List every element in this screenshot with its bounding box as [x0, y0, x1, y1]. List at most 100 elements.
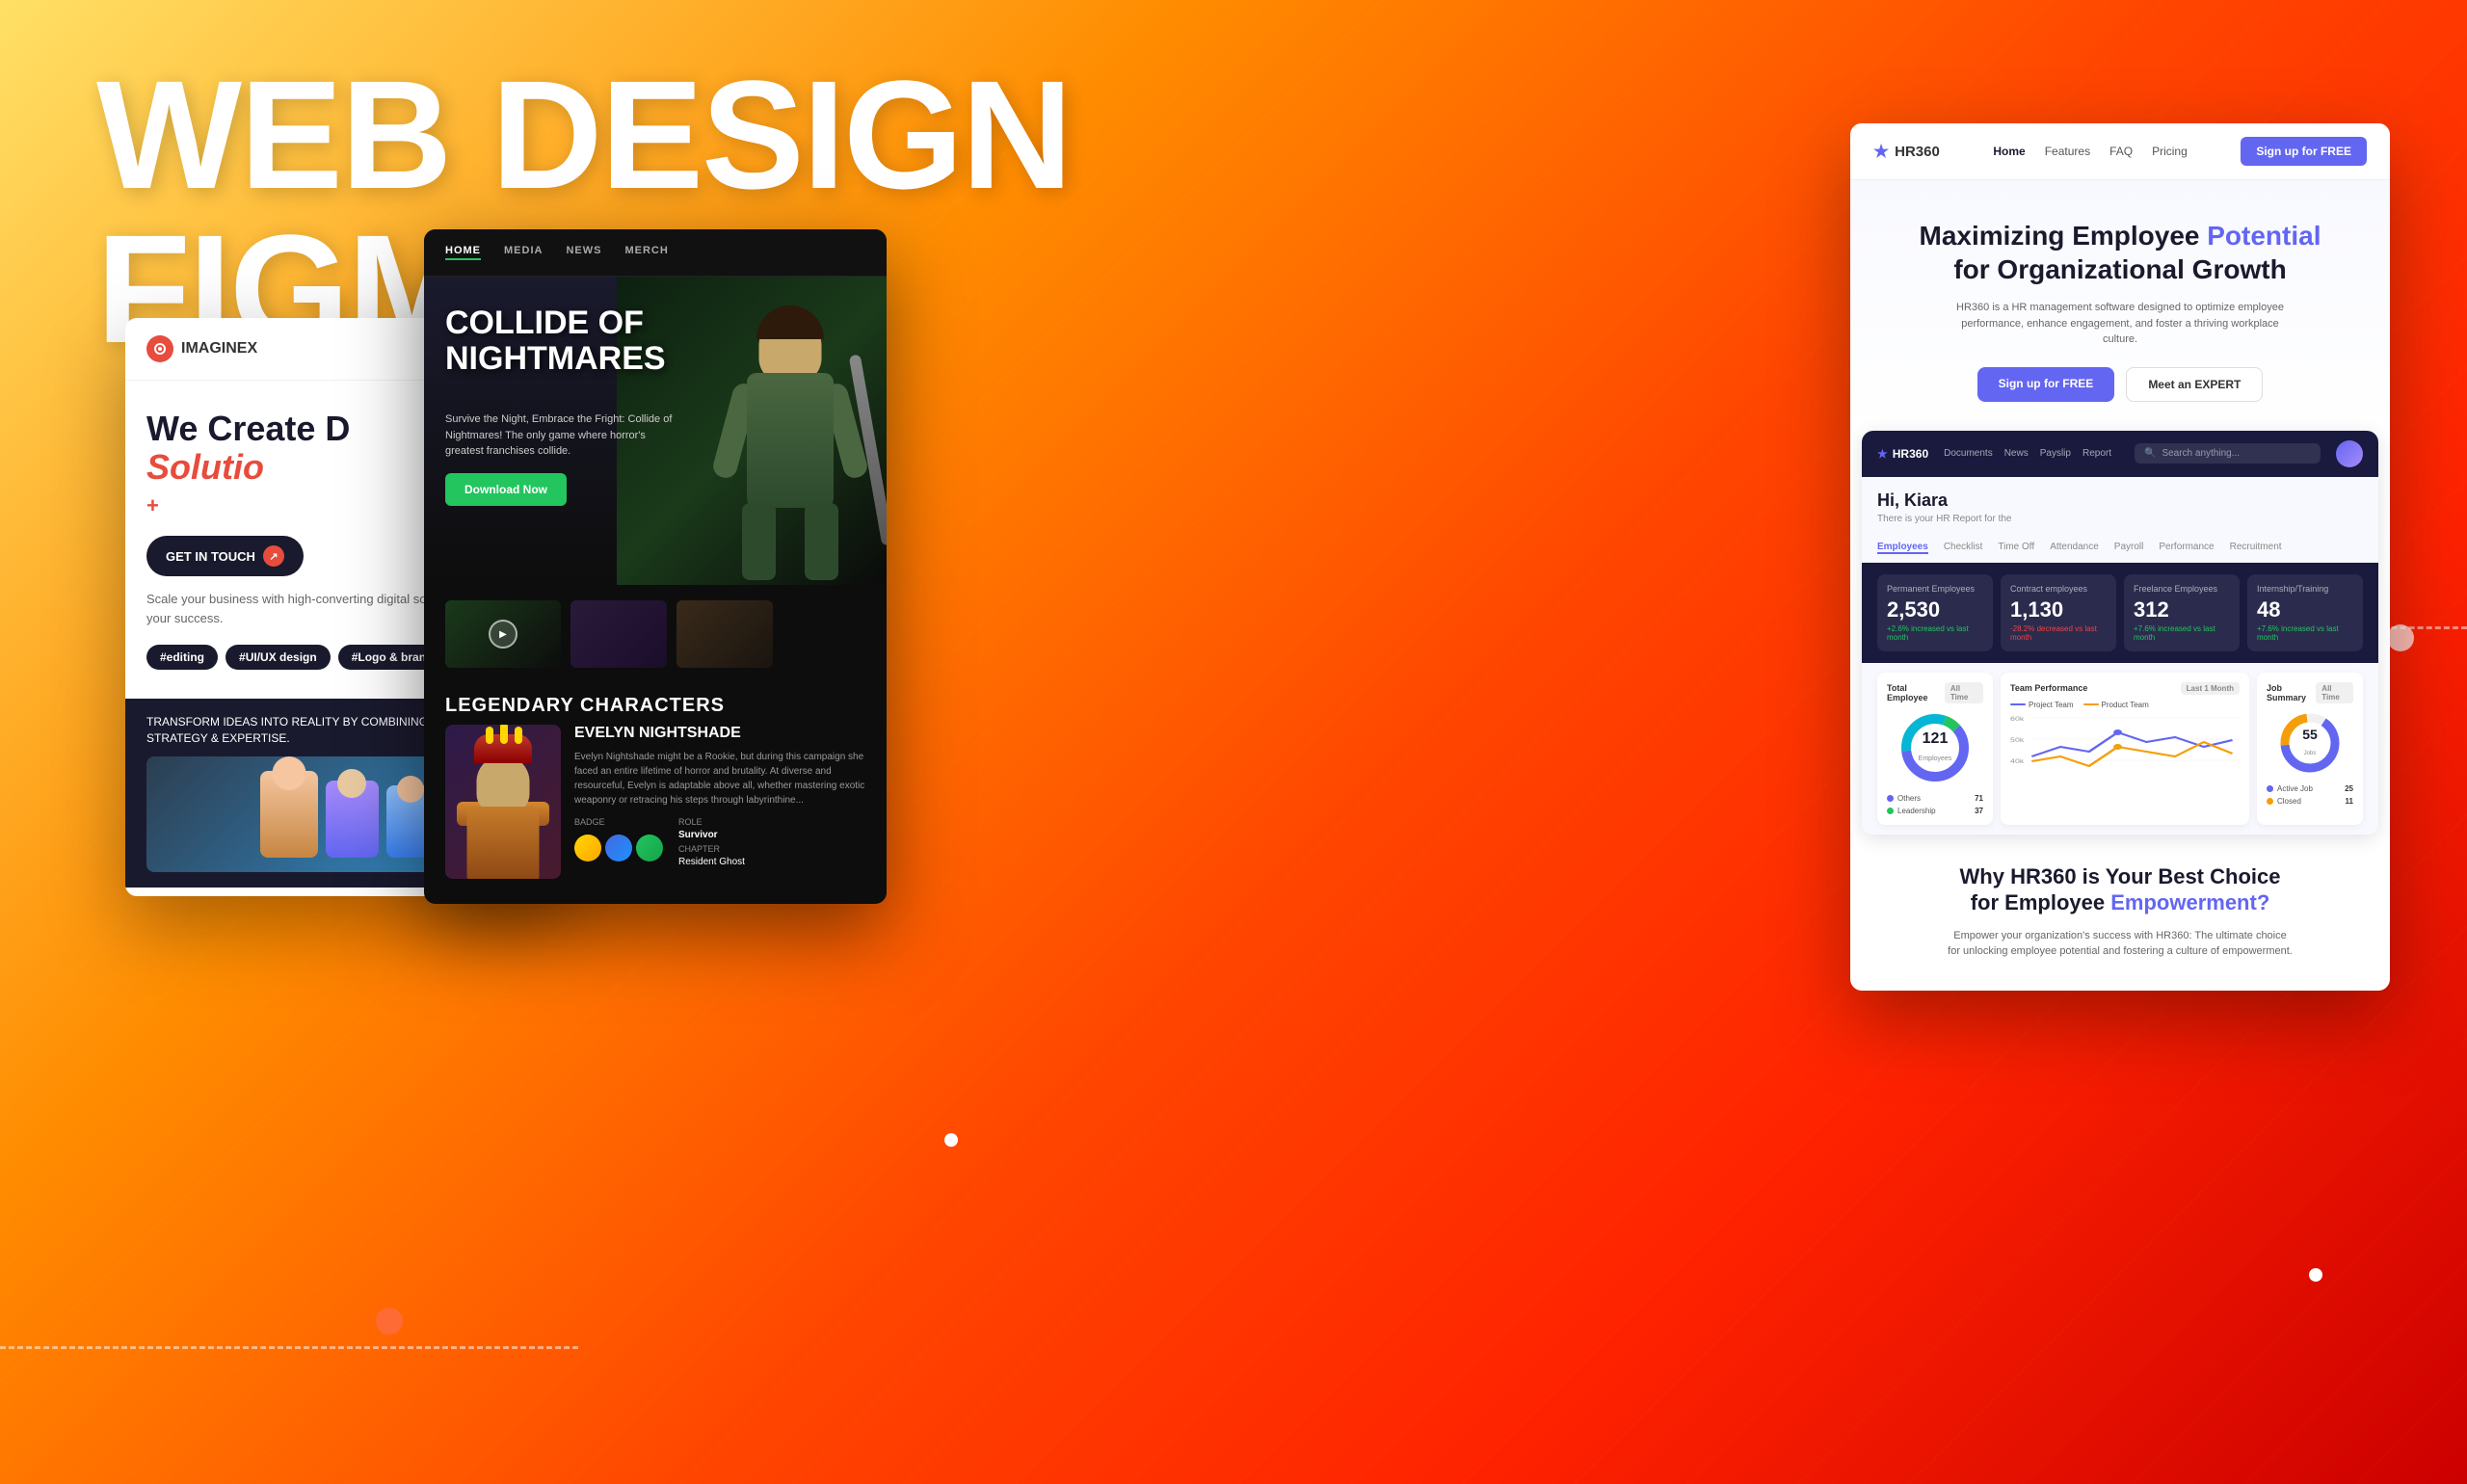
hr-signup-cta[interactable]: Sign up for FREE: [1977, 367, 2115, 402]
gaming-hero: COLLIDE OF NIGHTMARES Survive the Night,…: [424, 277, 887, 585]
legend-leadership-dot: [1887, 808, 1894, 814]
gaming-subtitle-section: Survive the Night, Embrace the Fright: C…: [445, 411, 684, 506]
legend-leadership: Leadership 37: [1887, 807, 1983, 815]
gaming-char-description: Evelyn Nightshade might be a Rookie, but…: [574, 750, 865, 808]
stat-permanent-change: +2.6% increased vs last month: [1887, 624, 1983, 642]
hr-hero-section: Maximizing Employee Potential for Organi…: [1850, 180, 2390, 431]
dash-nav-docs[interactable]: Documents: [1944, 448, 1993, 459]
gaming-character-image: [445, 725, 561, 879]
hr-why-section: Why HR360 is Your Best Choice for Employ…: [1850, 835, 2390, 979]
tab-attendance[interactable]: Attendance: [2050, 542, 2099, 554]
stat-internship: Internship/Training 48 +7.6% increased v…: [2247, 574, 2363, 651]
job-summary-legend: Active Job 25 Closed 11: [2267, 784, 2353, 806]
badge-blue: [605, 835, 632, 861]
chart-total-filter[interactable]: All Time: [1945, 682, 1983, 703]
stat-contract-value: 1,130: [2010, 597, 2107, 623]
team-performance-chart-area: 60k 50k 40k: [2010, 713, 2240, 781]
hr-greeting-name: Hi, Kiara: [1877, 490, 2363, 511]
hr-hero-buttons: Sign up for FREE Meet an EXPERT: [1879, 367, 2361, 402]
tab-performance[interactable]: Performance: [2159, 542, 2214, 554]
dot-decoration-2: [944, 1133, 958, 1147]
hr-search-text: Search anything...: [2162, 448, 2240, 459]
dash-nav-payslip[interactable]: Payslip: [2040, 448, 2071, 459]
stat-internship-value: 48: [2257, 597, 2353, 623]
imaginex-cta-button[interactable]: GET IN TOUCH ↗: [146, 536, 304, 576]
gaming-nav-merch[interactable]: MERCH: [624, 245, 668, 260]
gaming-nav-media[interactable]: MEDIA: [504, 245, 543, 260]
donut-center: 121 Employees: [1919, 730, 1952, 765]
hr-dash-tabs: Employees Checklist Time Off Attendance …: [1862, 534, 2378, 563]
gaming-pagination-dots: [424, 894, 887, 904]
dot-decoration-3: [2387, 624, 2414, 651]
total-employee-donut: 121 Employees: [1897, 709, 1974, 786]
imaginex-logo: IMAGINEX: [146, 335, 257, 362]
legend-closed-dot: [2267, 798, 2273, 805]
hr-search-bar[interactable]: 🔍 Search anything...: [2135, 443, 2321, 464]
gaming-thumb-1[interactable]: ▶: [445, 600, 561, 668]
tab-employees[interactable]: Employees: [1877, 542, 1928, 554]
badge-green: [636, 835, 663, 861]
tag-editing: #editing: [146, 645, 218, 670]
hr-nav: ★ HR360 Home Features FAQ Pricing Sign u…: [1850, 123, 2390, 180]
gaming-char-name: EVELYN NIGHTSHADE: [574, 725, 865, 742]
nav-faq[interactable]: FAQ: [2109, 145, 2133, 158]
gaming-nav-news[interactable]: NEWS: [566, 245, 601, 260]
svg-text:40k: 40k: [2010, 757, 2025, 764]
nav-home[interactable]: Home: [1993, 145, 2025, 158]
stat-internship-label: Internship/Training: [2257, 584, 2353, 594]
hr-logo-star-icon: ★: [1873, 142, 1889, 162]
chart-job-summary: Job Summary All Time 55 Jobs: [2257, 673, 2363, 825]
hr-hero-description: HR360 is a HR management software design…: [1956, 300, 2284, 348]
hr-stat-cards: Permanent Employees 2,530 +2.6% increase…: [1862, 563, 2378, 663]
gaming-download-btn[interactable]: Download Now: [445, 473, 567, 506]
dash-nav-report[interactable]: Report: [2082, 448, 2111, 459]
dashed-line-left: [0, 1346, 578, 1349]
badge-gold: [574, 835, 601, 861]
chart-team-performance: Team Performance Last 1 Month Project Te…: [2001, 673, 2249, 825]
legend-active-dot: [2267, 785, 2273, 792]
stat-permanent: Permanent Employees 2,530 +2.6% increase…: [1877, 574, 1993, 651]
gaming-thumb-2[interactable]: [570, 600, 667, 668]
legend-others-dot: [1887, 795, 1894, 802]
hr-user-avatar[interactable]: [2336, 440, 2363, 467]
gaming-thumbnails: ▶: [424, 585, 887, 683]
dash-nav-news[interactable]: News: [2004, 448, 2029, 459]
tab-payroll[interactable]: Payroll: [2114, 542, 2144, 554]
stat-freelance-value: 312: [2134, 597, 2230, 623]
hr-dashboard: ★ HR360 Documents News Payslip Report 🔍 …: [1862, 431, 2378, 835]
legend-closed-job: Closed 11: [2267, 797, 2353, 806]
stat-freelance-change: +7.6% increased vs last month: [2134, 624, 2230, 642]
hr-avatar-area: [2336, 440, 2363, 467]
hr-signup-btn[interactable]: Sign up for FREE: [2241, 137, 2367, 166]
play-icon[interactable]: ▶: [489, 620, 517, 649]
hr-hero-title: Maximizing Employee Potential for Organi…: [1879, 219, 2361, 286]
chart-performance-filter[interactable]: Last 1 Month: [2181, 682, 2240, 695]
legend-active-job: Active Job 25: [2267, 784, 2353, 793]
legend-others: Others 71: [1887, 794, 1983, 803]
hr-charts-row: Total Employee All Time: [1862, 663, 2378, 835]
tab-checklist[interactable]: Checklist: [1944, 542, 1983, 554]
gaming-character-info: EVELYN NIGHTSHADE Evelyn Nightshade migh…: [574, 725, 865, 879]
hr-greeting-sub: There is your HR Report for the: [1877, 514, 2363, 524]
gaming-section-title: LEGENDARY CHARACTERS: [424, 683, 887, 725]
card-gaming: HOME MEDIA NEWS MERCH: [424, 229, 887, 904]
svg-text:50k: 50k: [2010, 736, 2025, 743]
nav-features[interactable]: Features: [2045, 145, 2090, 158]
tab-timeoff[interactable]: Time Off: [1998, 542, 2034, 554]
tab-recruitment[interactable]: Recruitment: [2230, 542, 2282, 554]
hr-features-grid: 🔄 Traditional HR Software is Outdated! L…: [1850, 979, 2390, 992]
chart-job-filter[interactable]: All Time: [2316, 682, 2353, 703]
nav-pricing[interactable]: Pricing: [2152, 145, 2188, 158]
stat-contract-change: -28.2% decreased vs last month: [2010, 624, 2107, 642]
hr-dash-nav: ★ HR360 Documents News Payslip Report 🔍 …: [1862, 431, 2378, 477]
hr-why-title: Why HR360 is Your Best Choice for Employ…: [1873, 863, 2367, 916]
stat-freelance: Freelance Employees 312 +7.6% increased …: [2124, 574, 2240, 651]
stat-freelance-label: Freelance Employees: [2134, 584, 2230, 594]
chart-job-title: Job Summary All Time: [2267, 682, 2353, 703]
gaming-character-section: EVELYN NIGHTSHADE Evelyn Nightshade migh…: [424, 725, 887, 894]
gaming-hero-title: COLLIDE OF NIGHTMARES: [445, 305, 666, 378]
gaming-thumb-3[interactable]: [676, 600, 773, 668]
hr-nav-links: Home Features FAQ Pricing: [1993, 145, 2187, 158]
gaming-nav-home[interactable]: HOME: [445, 245, 481, 260]
hr-expert-cta[interactable]: Meet an EXPERT: [2126, 367, 2263, 402]
